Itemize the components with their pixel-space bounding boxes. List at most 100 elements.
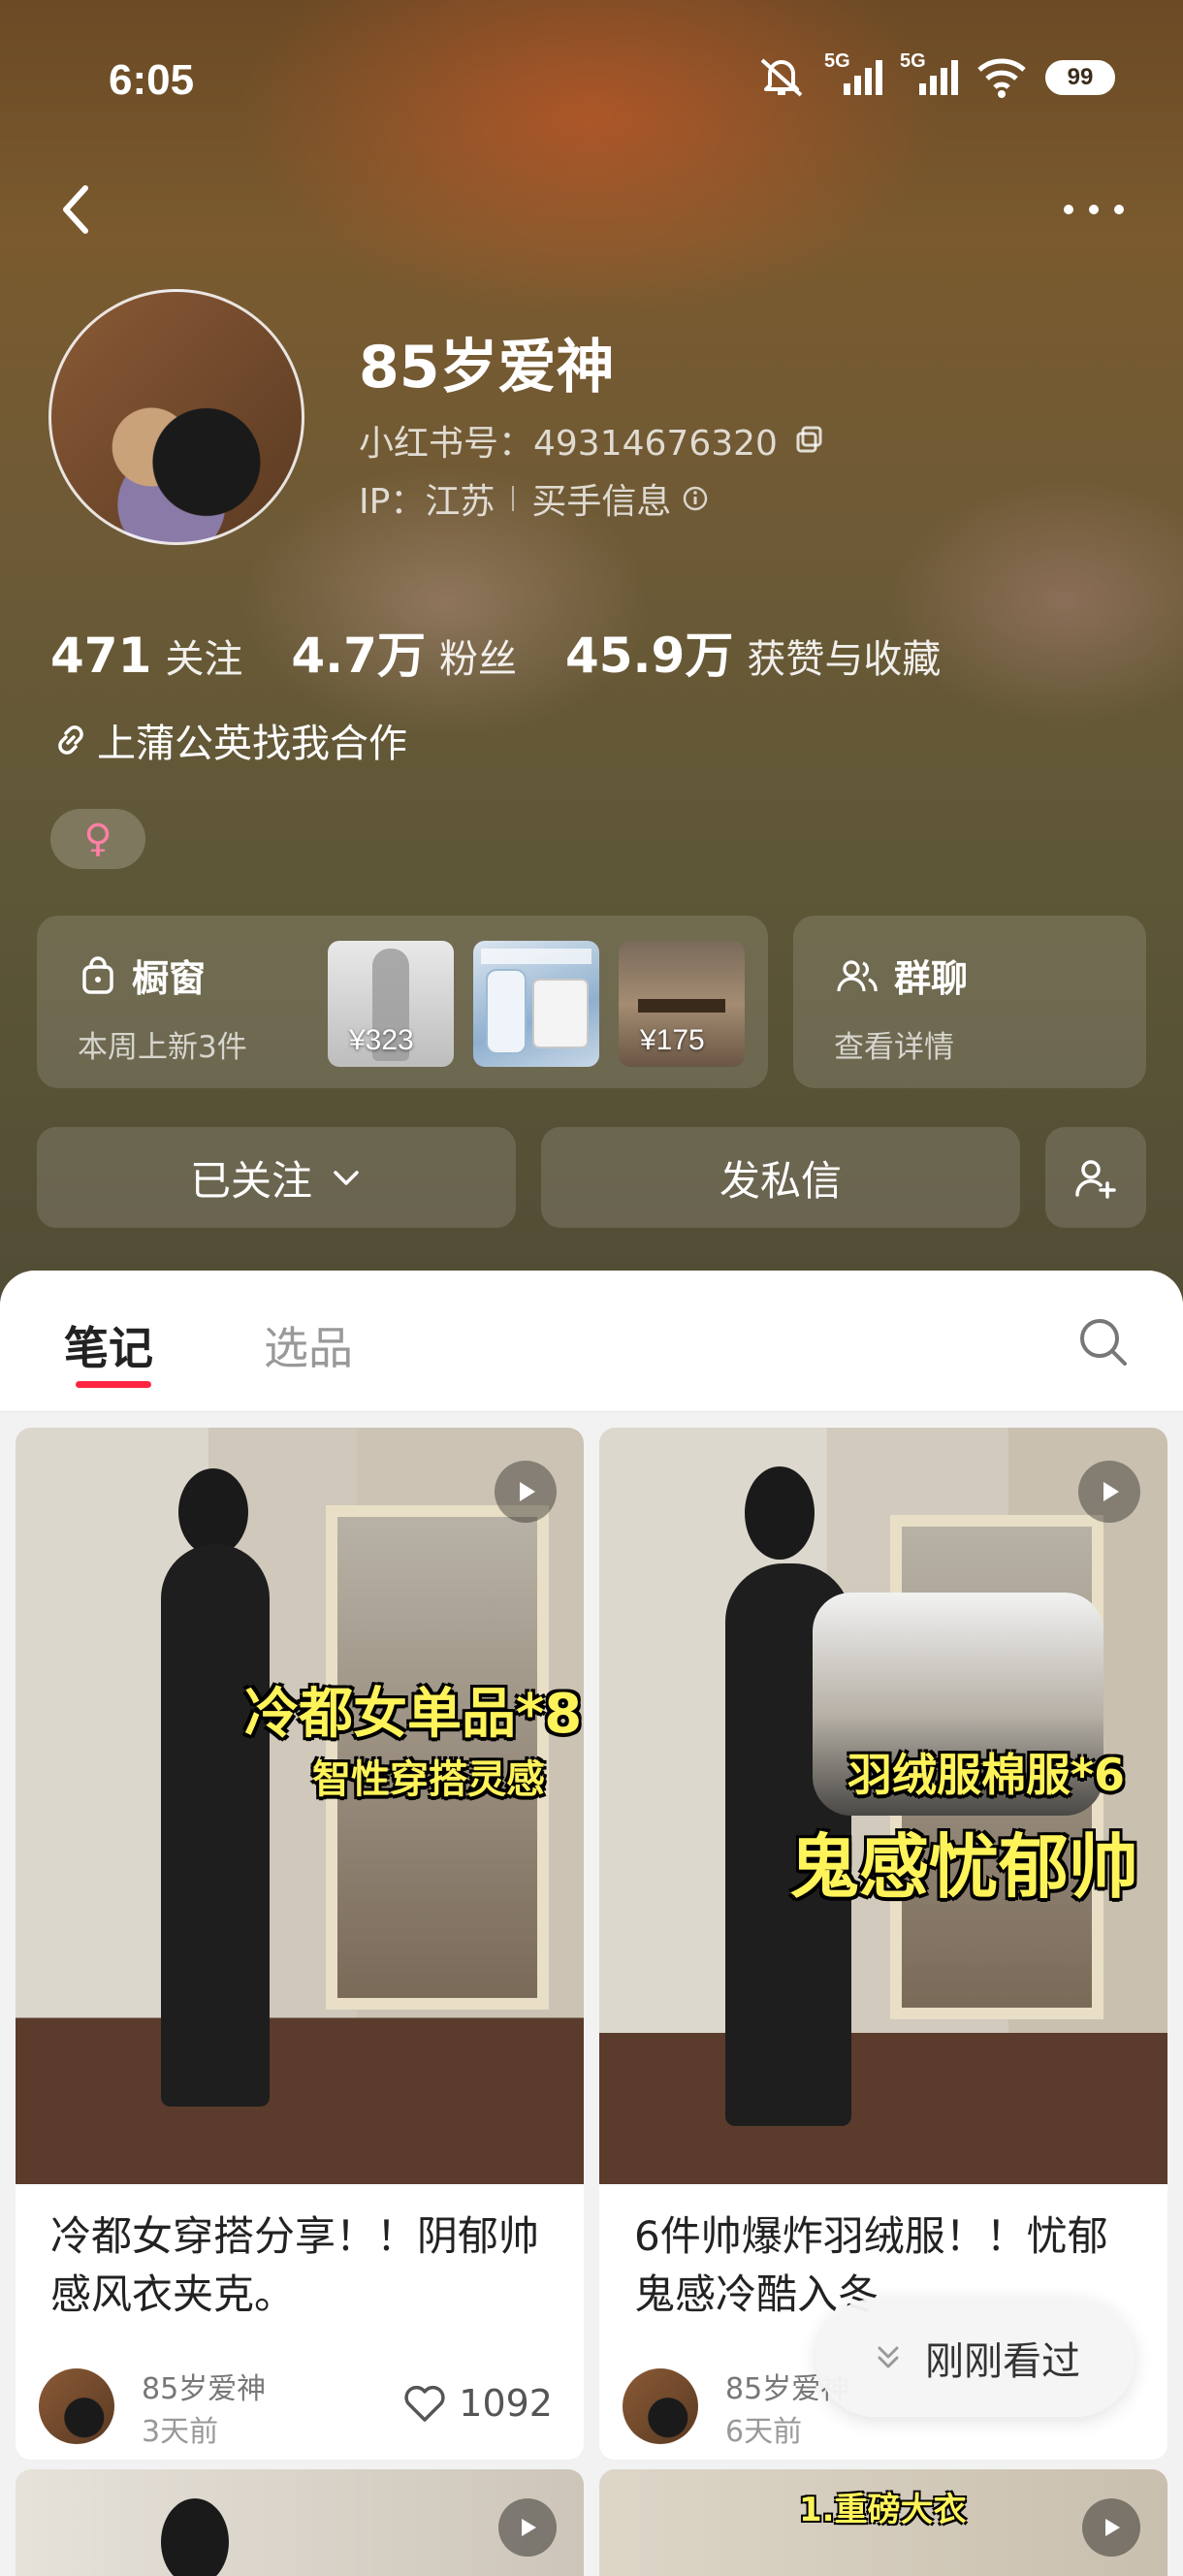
cover-overlay-title: 鬼感忧郁帅 [789, 1826, 1139, 1908]
add-user-icon [1075, 1160, 1116, 1199]
profile-avatar[interactable] [48, 289, 304, 545]
cover-overlay-subtitle: 羽绒服棉服*6 [847, 1749, 1126, 1801]
group-chat-subtitle: 查看详情 [834, 1030, 954, 1065]
send-message-label: 发私信 [719, 1156, 842, 1205]
stats-row: 471 关注 4.7万 粉丝 45.9万 获赞与收藏 [50, 617, 989, 687]
group-users-icon [837, 959, 878, 991]
stat-label: 粉丝 [438, 637, 517, 682]
gender-badge: ♀ [50, 809, 145, 869]
following-button[interactable]: 已关注 [37, 1127, 516, 1228]
buyer-info-link[interactable]: 买手信息 [531, 473, 710, 524]
mute-icon [756, 56, 807, 99]
stat-following[interactable]: 471 关注 [50, 628, 242, 684]
buyer-info-label: 买手信息 [531, 482, 672, 522]
info-icon [684, 486, 708, 511]
wifi-icon [975, 56, 1028, 99]
group-title-row: 群聊 [836, 949, 968, 1002]
status-icons: 5G 5G 99 [756, 50, 1115, 99]
link-icon [58, 725, 83, 755]
note-card[interactable]: 冷都女单品*8 智性穿搭灵感 冷都女穿搭分享！！阴郁帅感风衣夹克。 85岁爱神 … [16, 1428, 584, 2460]
product-image [481, 949, 592, 1054]
note-meta: 85岁爱神 3天前 1092 [39, 2365, 562, 2449]
group-chat-title: 群聊 [894, 957, 969, 1000]
search-icon [1080, 1319, 1127, 1366]
like-button[interactable]: 1092 [402, 2382, 553, 2425]
note-cover-image: 羽绒服棉服*6 鬼感忧郁帅 [599, 1428, 1167, 2184]
divider [512, 486, 515, 511]
shop-title-row: 橱窗 [80, 949, 206, 1002]
note-title: 冷都女穿搭分享！！阴郁帅感风衣夹克。 [50, 2212, 540, 2318]
play-icon [520, 1482, 535, 1501]
copy-icon[interactable] [793, 424, 826, 457]
note-cover-image: 冷都女单品*8 智性穿搭灵感 [16, 1428, 584, 2184]
cover-overlay-title: 1.重磅大衣 [799, 2491, 967, 2529]
group-chat-card[interactable]: 群聊 查看详情 [793, 916, 1146, 1088]
product-image [638, 999, 725, 1013]
send-message-button[interactable]: 发私信 [541, 1127, 1020, 1228]
person-head [161, 2498, 229, 2576]
more-dots-icon [1064, 205, 1124, 214]
video-badge [495, 1461, 557, 1523]
stat-likes-collects[interactable]: 45.9万 获赞与收藏 [565, 617, 941, 687]
shop-window-card[interactable]: 橱窗 本周上新3件 ¥323 ¥175 [37, 916, 768, 1088]
play-icon [522, 2519, 536, 2536]
author-name: 85岁爱神 [142, 2372, 267, 2406]
search-button[interactable] [1074, 1313, 1133, 1371]
video-badge [1078, 1461, 1140, 1523]
cover-overlay-subtitle: 智性穿搭灵感 [312, 1757, 545, 1802]
profile-ip-row: IP：江苏 买手信息 [359, 473, 710, 524]
tabs-bar: 笔记 选品 [0, 1271, 1183, 1412]
shopping-bag-icon [82, 955, 113, 994]
video-badge [1082, 2498, 1140, 2557]
ip-location: IP：江苏 [359, 482, 496, 522]
stat-value: 45.9万 [564, 628, 734, 684]
note-card-partial[interactable] [16, 2469, 584, 2576]
shop-item-price: ¥175 [640, 1024, 705, 1056]
shop-item-thumbnail[interactable]: ¥323 [328, 941, 454, 1067]
female-icon: ♀ [83, 817, 112, 861]
chevron-down-icon [334, 1171, 359, 1185]
back-button[interactable] [48, 175, 107, 242]
play-icon [1103, 1482, 1119, 1501]
note-card-partial[interactable]: 1.重磅大衣 [599, 2469, 1167, 2576]
back-arrow-icon [63, 185, 88, 234]
network-type-1: 5G [824, 50, 850, 72]
shop-item-thumbnail[interactable]: ¥175 [619, 941, 745, 1067]
following-label: 已关注 [189, 1156, 312, 1205]
stat-value: 471 [50, 628, 152, 684]
person-figure [161, 1544, 270, 2107]
stat-value: 4.7万 [291, 628, 426, 684]
author-avatar[interactable] [623, 2368, 698, 2444]
post-time: 3天前 [142, 2415, 219, 2449]
status-time: 6:05 [109, 56, 195, 104]
battery-indicator: 99 [1045, 60, 1115, 95]
tab-notes[interactable]: 笔记 [64, 1313, 153, 1377]
heart-icon [404, 2385, 445, 2422]
signal-icon-1: 5G [824, 50, 882, 99]
collab-link-label: 上蒲公英找我合作 [97, 722, 407, 766]
stat-label: 关注 [165, 637, 243, 682]
play-icon [1105, 2519, 1120, 2536]
profile-id-row: 小红书号：49314676320 [359, 415, 826, 466]
recently-viewed-label: 刚刚看过 [925, 2339, 1080, 2384]
double-chevron-down-icon [878, 2346, 899, 2368]
shop-subtitle: 本周上新3件 [78, 1030, 247, 1065]
recently-viewed-button[interactable]: 刚刚看过 [816, 2299, 1135, 2417]
tab-products[interactable]: 选品 [264, 1313, 353, 1377]
profile-header: 6:05 5G 5G 99 85岁爱神 小红书号：49314676320 IP：… [0, 0, 1183, 1319]
collab-link[interactable]: 上蒲公英找我合作 [50, 712, 407, 768]
shop-item-price: ¥323 [349, 1024, 414, 1056]
author-avatar[interactable] [39, 2368, 114, 2444]
cover-overlay-title: 冷都女单品*8 [244, 1683, 583, 1746]
stat-followers[interactable]: 4.7万 粉丝 [291, 617, 517, 687]
shop-title: 橱窗 [132, 957, 207, 1000]
more-options-button[interactable] [1055, 190, 1133, 229]
status-bar: 6:05 5G 5G 99 [0, 0, 1183, 155]
shop-item-thumbnail[interactable] [473, 941, 599, 1067]
network-type-2: 5G [900, 50, 926, 72]
active-tab-indicator [76, 1381, 151, 1388]
add-friend-button[interactable] [1045, 1127, 1146, 1228]
stat-label: 获赞与收藏 [747, 637, 942, 682]
person-head [178, 1468, 248, 1556]
post-time: 6天前 [725, 2415, 803, 2449]
